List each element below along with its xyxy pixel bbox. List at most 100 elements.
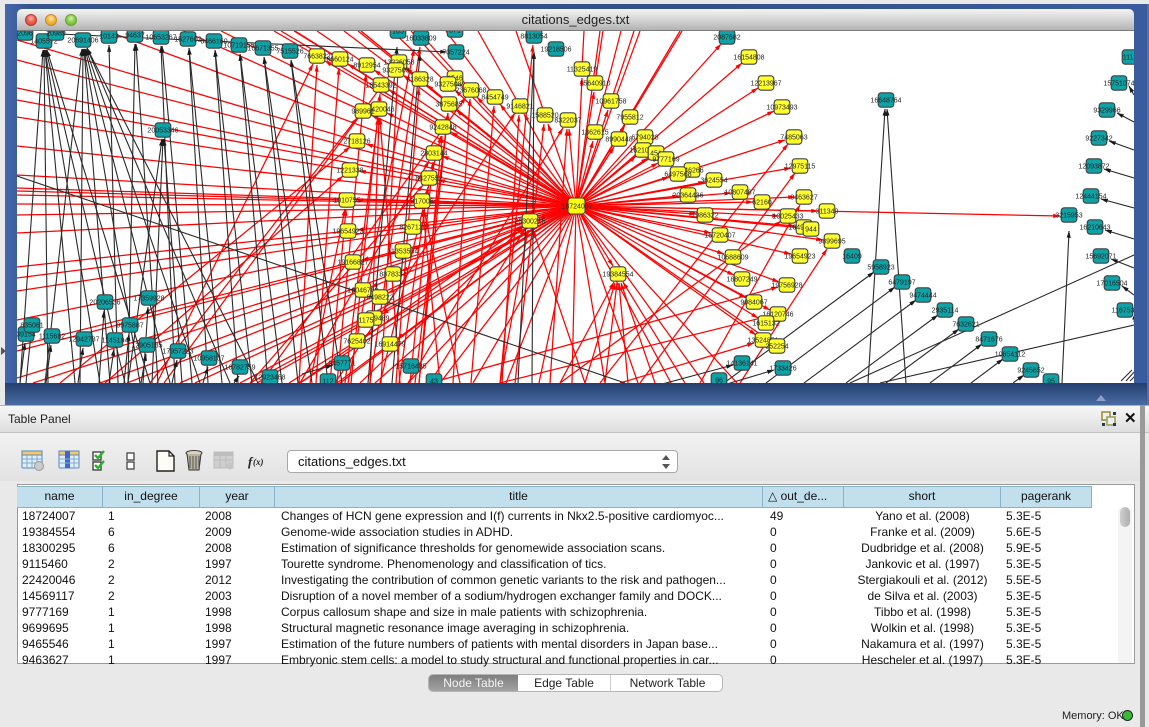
svg-text:8660124: 8660124 — [326, 57, 353, 64]
svg-text:15640910: 15640910 — [579, 81, 610, 88]
svg-text:1145194: 1145194 — [102, 338, 129, 345]
svg-text:20206536: 20206536 — [89, 300, 120, 307]
svg-text:8813054: 8813054 — [520, 34, 547, 41]
svg-text:165: 165 — [392, 31, 404, 36]
svg-text:8454749: 8454749 — [481, 95, 508, 102]
svg-text:6794028: 6794028 — [631, 135, 658, 142]
svg-text:1112: 1112 — [1123, 55, 1134, 62]
svg-text:96: 96 — [715, 378, 723, 384]
svg-text:8471676: 8471676 — [975, 337, 1002, 344]
svg-text:19654923: 19654923 — [332, 229, 363, 236]
svg-text:16782759: 16782759 — [224, 365, 255, 372]
svg-text:23676068: 23676068 — [455, 88, 486, 95]
svg-text:15716485: 15716485 — [395, 364, 426, 371]
svg-text:20691406: 20691406 — [67, 38, 98, 45]
svg-text:12444154: 12444154 — [1075, 194, 1106, 201]
svg-text:8912954: 8912954 — [353, 63, 380, 70]
svg-text:8267130: 8267130 — [399, 225, 426, 232]
svg-text:8427552: 8427552 — [415, 176, 442, 183]
svg-text:(x): (x) — [253, 457, 264, 467]
svg-text:17957223: 17957223 — [162, 349, 193, 356]
svg-text:10961758: 10961758 — [595, 99, 626, 106]
svg-text:9327503: 9327503 — [382, 68, 409, 75]
svg-text:944: 944 — [805, 227, 817, 234]
svg-text:871: 871 — [449, 31, 461, 35]
svg-text:19756928: 19756928 — [771, 283, 802, 290]
svg-text:3875685: 3875685 — [435, 102, 462, 109]
svg-text:1615132: 1615132 — [752, 321, 779, 328]
svg-text:16154808: 16154808 — [733, 55, 764, 62]
svg-text:10688609: 10688609 — [717, 255, 748, 262]
svg-text:10807487: 10807487 — [724, 190, 755, 197]
svg-text:17359928: 17359928 — [133, 296, 164, 303]
svg-text:2087682: 2087682 — [713, 35, 740, 42]
svg-text:9463627: 9463627 — [790, 195, 817, 202]
svg-text:25300215: 25300215 — [514, 219, 545, 226]
svg-text:8186328: 8186328 — [406, 77, 433, 84]
svg-text:1175: 1175 — [358, 318, 373, 325]
svg-text:12905135: 12905135 — [131, 343, 162, 350]
svg-text:43: 43 — [430, 379, 438, 384]
svg-text:9457771: 9457771 — [328, 361, 355, 368]
svg-text:9474444: 9474444 — [909, 293, 936, 300]
svg-text:7485063: 7485063 — [780, 135, 807, 142]
svg-text:2096: 2096 — [17, 31, 33, 38]
svg-text:1221338: 1221338 — [336, 168, 363, 175]
svg-text:9242848: 9242848 — [429, 125, 456, 132]
svg-text:835061: 835061 — [20, 323, 43, 330]
svg-text:8990448: 8990448 — [605, 137, 632, 144]
svg-text:16671355: 16671355 — [247, 46, 278, 53]
svg-text:94637: 94637 — [125, 33, 145, 40]
svg-text:112: 112 — [322, 379, 333, 384]
svg-text:7625402: 7625402 — [343, 339, 370, 346]
svg-text:19166827: 19166827 — [337, 260, 368, 267]
svg-text:10653267: 10653267 — [145, 35, 176, 42]
svg-text:3215953: 3215953 — [1055, 213, 1082, 220]
svg-text:10973493: 10973493 — [766, 105, 797, 112]
svg-text:62160: 62160 — [752, 200, 772, 207]
svg-text:11325419: 11325419 — [567, 67, 598, 74]
svg-text:10143: 10143 — [99, 34, 119, 41]
svg-text:9084067: 9084067 — [740, 300, 767, 307]
svg-text:8322037: 8322037 — [554, 118, 581, 125]
svg-text:17016504: 17016504 — [1096, 281, 1127, 288]
svg-text:16033809: 16033809 — [405, 36, 436, 43]
svg-text:20989: 20989 — [46, 31, 66, 38]
svg-text:5958923: 5958923 — [867, 265, 894, 272]
svg-text:7986322: 7986322 — [691, 213, 718, 220]
svg-text:15692071: 15692071 — [1085, 254, 1116, 261]
svg-text:16409: 16409 — [842, 254, 862, 261]
svg-text:2935114: 2935114 — [932, 308, 959, 315]
svg-text:8878334: 8878334 — [379, 272, 406, 279]
svg-text:14136141: 14136141 — [726, 361, 757, 368]
svg-text:16210643: 16210643 — [1079, 225, 1110, 232]
svg-text:12093872: 12093872 — [1078, 164, 1109, 171]
svg-text:7632621: 7632621 — [952, 322, 979, 329]
svg-text:9899695: 9899695 — [818, 239, 845, 246]
svg-text:9329966: 9329966 — [1093, 108, 1120, 115]
svg-text:6498222: 6498222 — [366, 295, 393, 302]
svg-text:18724007: 18724007 — [561, 204, 592, 211]
svg-text:252254: 252254 — [765, 344, 788, 351]
svg-text:12975115: 12975115 — [785, 164, 816, 171]
svg-text:9245652: 9245652 — [1017, 368, 1044, 375]
svg-text:95: 95 — [1047, 379, 1055, 384]
svg-text:1527602: 1527602 — [174, 37, 201, 44]
svg-text:20053346: 20053346 — [147, 128, 178, 135]
svg-text:11353594: 11353594 — [388, 249, 419, 256]
svg-text:9777169: 9777169 — [652, 157, 679, 164]
svg-text:9975887: 9975887 — [116, 323, 143, 330]
svg-text:15720407: 15720407 — [704, 233, 735, 240]
svg-text:1733426: 1733426 — [769, 366, 796, 373]
svg-text:9227342: 9227342 — [1085, 136, 1112, 143]
svg-text:2803144: 2803144 — [420, 151, 447, 158]
svg-text:2718126: 2718126 — [343, 139, 370, 146]
svg-text:12942737: 12942737 — [68, 337, 99, 344]
svg-text:1010755: 1010755 — [333, 198, 360, 205]
svg-text:15751074: 15751074 — [1103, 81, 1134, 88]
svg-text:7357224: 7357224 — [442, 50, 469, 57]
svg-text:16648764: 16648764 — [870, 98, 901, 105]
svg-text:16914479: 16914479 — [374, 342, 405, 349]
svg-text:10958107: 10958107 — [193, 356, 224, 363]
svg-text:12923468: 12923468 — [254, 375, 285, 382]
